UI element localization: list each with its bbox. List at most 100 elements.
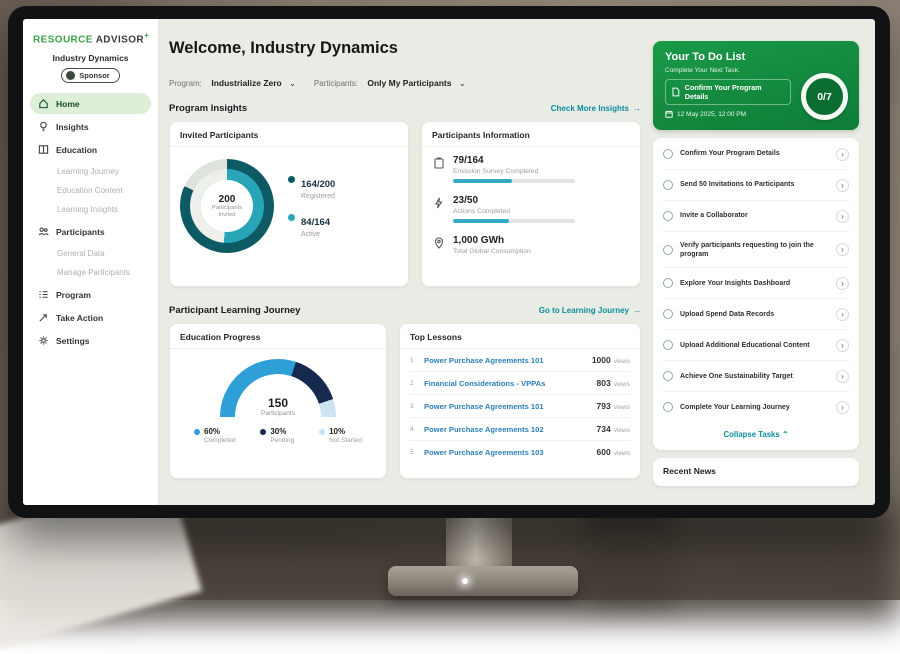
sidebar-item-manage-participants[interactable]: Manage Participants — [30, 263, 151, 282]
sidebar-item-learning-journey[interactable]: Learning Journey — [30, 162, 151, 181]
sidebar-item-home[interactable]: Home — [30, 93, 151, 114]
sidebar-item-general-data[interactable]: General Data — [30, 244, 151, 263]
arrow-right-icon: → — [633, 306, 641, 315]
lesson-views: 803 — [597, 378, 611, 388]
metric-value: 23/50 — [453, 195, 575, 206]
task-item[interactable]: Verify participants requesting to join t… — [663, 232, 849, 268]
task-item[interactable]: Achieve One Sustainability Target › — [663, 361, 849, 392]
program-filter-value: Industrialize Zero — [211, 78, 281, 88]
task-item[interactable]: Invite a Collaborator › — [663, 201, 849, 232]
emission-survey-row: 79/164 Emission Survey Completed — [422, 147, 640, 187]
lesson-row[interactable]: 4 Power Purchase Agreements 102 734views — [410, 418, 630, 441]
task-checkbox[interactable] — [663, 278, 673, 288]
lesson-views: 734 — [597, 424, 611, 434]
lesson-link[interactable]: Power Purchase Agreements 102 — [424, 425, 544, 434]
link-label: Go to Learning Journey — [539, 306, 629, 315]
task-item[interactable]: Confirm Your Program Details › — [663, 139, 849, 170]
chevron-right-icon[interactable]: › — [836, 210, 849, 223]
lesson-link[interactable]: Power Purchase Agreements 101 — [424, 402, 544, 411]
education-progress-card: Education Progress 150 Participants 60% … — [169, 323, 387, 479]
sidebar-item-participants[interactable]: Participants — [30, 221, 151, 242]
chevron-right-icon[interactable]: › — [836, 308, 849, 321]
chevron-right-icon[interactable]: › — [836, 401, 849, 414]
task-label: Complete Your Learning Journey — [680, 403, 829, 412]
legend-registered: 164/200 Registered — [288, 174, 335, 200]
lesson-link[interactable]: Power Purchase Agreements 101 — [424, 356, 544, 365]
consumption-row: 1,000 GWh Total Global Consumption — [422, 227, 640, 259]
task-item[interactable]: Explore Your Insights Dashboard › — [663, 268, 849, 299]
chevron-right-icon[interactable]: › — [836, 370, 849, 383]
task-checkbox[interactable] — [663, 149, 673, 159]
chevron-right-icon[interactable]: › — [836, 243, 849, 256]
legend-label: Not Started — [329, 437, 362, 444]
nav-label: Settings — [56, 336, 90, 346]
lesson-row[interactable]: 1 Power Purchase Agreements 101 1000view… — [410, 349, 630, 372]
task-label: Achieve One Sustainability Target — [680, 372, 829, 381]
lesson-views: 600 — [597, 447, 611, 457]
lesson-row[interactable]: 3 Power Purchase Agreements 101 793views — [410, 395, 630, 418]
lesson-row[interactable]: 5 Power Purchase Agreements 103 600views — [410, 441, 630, 463]
sponsor-badge[interactable]: Sponsor — [61, 68, 119, 83]
home-icon — [38, 98, 49, 109]
recent-news-title: Recent News — [663, 466, 849, 476]
legend-dot — [288, 214, 295, 221]
sidebar-item-settings[interactable]: Settings — [30, 330, 151, 351]
task-checkbox[interactable] — [663, 340, 673, 350]
chevron-right-icon[interactable]: › — [836, 339, 849, 352]
gear-icon — [38, 335, 49, 346]
lesson-views-unit: views — [614, 381, 630, 388]
legend-label: Active — [301, 231, 330, 238]
task-checkbox[interactable] — [663, 211, 673, 221]
org-name: Industry Dynamics — [23, 53, 158, 63]
legend-completed: 60% Completed — [194, 427, 235, 444]
legend-dot — [260, 429, 266, 435]
nav-label: Education — [56, 145, 97, 155]
gauge-value: 150 — [220, 396, 336, 410]
task-item[interactable]: Upload Spend Data Records › — [663, 299, 849, 330]
lesson-link[interactable]: Financial Considerations - VPPAs — [424, 379, 545, 388]
lightbulb-icon — [38, 121, 49, 132]
task-checkbox[interactable] — [663, 180, 673, 190]
chevron-right-icon[interactable]: › — [836, 277, 849, 290]
actions-progress-bar — [453, 219, 575, 223]
sidebar-item-insights[interactable]: Insights — [30, 116, 151, 137]
next-task-chip[interactable]: Confirm Your Program Details — [665, 79, 791, 105]
check-more-insights-link[interactable]: Check More Insights→ — [551, 104, 641, 113]
go-to-learning-journey-link[interactable]: Go to Learning Journey → — [539, 306, 641, 315]
chevron-right-icon[interactable]: › — [836, 148, 849, 161]
task-item[interactable]: Upload Additional Educational Content › — [663, 330, 849, 361]
task-checkbox[interactable] — [663, 402, 673, 412]
chevron-right-icon[interactable]: › — [836, 179, 849, 192]
sidebar-item-learning-insights[interactable]: Learning Insights — [30, 200, 151, 219]
legend-dot — [194, 429, 200, 435]
task-item[interactable]: Send 50 Invitations to Participants › — [663, 170, 849, 201]
task-checkbox[interactable] — [663, 245, 673, 255]
legend-dot — [319, 429, 325, 435]
lesson-row[interactable]: 2 Financial Considerations - VPPAs 803vi… — [410, 372, 630, 395]
collapse-tasks-link[interactable]: Collapse Tasks ⌃ — [663, 422, 849, 448]
sidebar-item-take-action[interactable]: Take Action — [30, 307, 151, 328]
sidebar-item-education[interactable]: Education — [30, 139, 151, 160]
task-item[interactable]: Complete Your Learning Journey › — [663, 392, 849, 422]
legend-label: Completed — [204, 437, 235, 444]
task-label: Verify participants requesting to join t… — [680, 241, 829, 259]
section-title: Program Insights — [169, 103, 247, 114]
sidebar-nav: Home Insights Education Learning Journey… — [23, 93, 158, 351]
sidebar-item-program[interactable]: Program — [30, 284, 151, 305]
sidebar-item-education-content[interactable]: Education Content — [30, 181, 151, 200]
logo-secondary: ADVISOR — [96, 34, 144, 45]
legend-value: 10% — [329, 427, 345, 436]
program-filter[interactable]: Program: Industrialize Zero ⌄ — [169, 73, 296, 91]
task-checkbox[interactable] — [663, 309, 673, 319]
donut-value: 200 — [219, 194, 236, 205]
participants-filter[interactable]: Participants: Only My Participants ⌄ — [314, 73, 466, 91]
clipboard-icon — [434, 157, 444, 169]
lesson-link[interactable]: Power Purchase Agreements 103 — [424, 448, 544, 457]
arrow-right-icon: → — [633, 104, 641, 113]
legend-dot — [288, 176, 295, 183]
task-checkbox[interactable] — [663, 371, 673, 381]
donut-label: Participants Invited — [208, 205, 246, 218]
program-insights-header: Program Insights Check More Insights→ — [169, 103, 641, 114]
sidebar: RESOURCE ADVISOR+ Industry Dynamics Spon… — [23, 19, 159, 505]
task-label: Send 50 Invitations to Participants — [680, 180, 829, 189]
